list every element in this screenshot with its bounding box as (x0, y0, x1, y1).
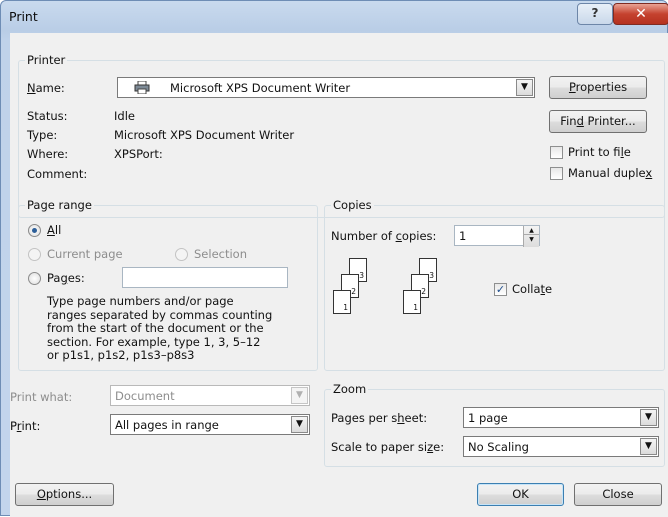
number-of-copies-label: Number of copies: (331, 229, 437, 243)
title-bar[interactable]: Print ? ✕ (1, 1, 668, 33)
page-range-group-label: Page range (25, 198, 94, 212)
help-line: ranges separated by commas counting (47, 307, 273, 322)
copies-value: 1 (459, 229, 467, 243)
collate-label[interactable]: Collate (512, 282, 552, 296)
print-dialog: Print ? ✕ Printer Name: Microsoft XPS Do… (0, 0, 668, 517)
status-value: Idle (114, 109, 135, 123)
page-range-all-label[interactable]: All (47, 223, 61, 237)
help-line: or p1s1, p1s2, p1s3–p8s3 (47, 348, 195, 362)
chevron-down-icon[interactable]: ▼ (640, 438, 657, 455)
options-button[interactable]: Options... (15, 483, 114, 506)
copies-group: Copies Number of copies: 1 ▲ ▼ 3 2 1 3 2… (324, 198, 665, 371)
print-what-label: Print what: (10, 390, 73, 404)
comment-label: Comment: (27, 167, 88, 181)
where-value: XPSPort: (114, 147, 163, 161)
collate-checkbox[interactable]: ✓ (494, 283, 507, 296)
scale-select[interactable]: No Scaling ▼ (463, 436, 659, 457)
zoom-group-label: Zoom (331, 382, 369, 396)
help-button[interactable]: ? (577, 3, 613, 25)
name-label: Name: (27, 81, 65, 95)
print-what-value: Document (115, 389, 175, 403)
find-printer-button[interactable]: Find Printer... (549, 110, 647, 133)
zoom-group: Zoom Pages per sheet: 1 page ▼ Scale to … (324, 382, 665, 467)
collate-illustration-2: 3 2 1 (403, 258, 453, 318)
chevron-down-icon[interactable]: ▼ (291, 387, 308, 404)
chevron-down-icon[interactable]: ▼ (640, 409, 657, 426)
type-value: Microsoft XPS Document Writer (114, 128, 295, 142)
print-select[interactable]: All pages in range ▼ (110, 414, 310, 435)
copies-spinner[interactable]: 1 ▲ ▼ (454, 225, 540, 247)
page-range-all-radio[interactable] (28, 224, 41, 237)
where-label: Where: (27, 147, 69, 161)
printer-name-select[interactable]: Microsoft XPS Document Writer ▼ (117, 77, 535, 98)
scale-value: No Scaling (468, 440, 529, 454)
help-line: from the start of the document or the (47, 321, 264, 335)
pages-per-sheet-value: 1 page (468, 411, 508, 425)
collate-illustration-1: 3 2 1 (333, 258, 383, 318)
chevron-down-icon[interactable]: ▼ (291, 416, 308, 433)
print-to-file-checkbox[interactable] (550, 146, 563, 159)
spin-down-icon[interactable]: ▼ (524, 235, 539, 244)
manual-duplex-checkbox[interactable] (550, 167, 563, 180)
close-button[interactable]: Close (574, 483, 662, 506)
copies-group-label: Copies (331, 198, 374, 212)
pages-input[interactable] (122, 267, 288, 288)
pages-per-sheet-label: Pages per sheet: (331, 411, 428, 425)
properties-button[interactable]: Properties (549, 76, 647, 99)
print-what-select[interactable]: Document ▼ (110, 385, 310, 406)
printer-group-label: Printer (25, 53, 68, 67)
current-page-radio[interactable] (28, 248, 41, 261)
pages-radio[interactable] (28, 272, 41, 285)
dialog-body: Printer Name: Microsoft XPS Document Wri… (10, 33, 668, 517)
current-page-label[interactable]: Current page (47, 247, 123, 261)
print-to-file-label[interactable]: Print to file (568, 145, 631, 159)
page-range-help-text: Type page numbers and/or page ranges sep… (47, 294, 273, 363)
window-title: Print (9, 9, 38, 24)
selection-label[interactable]: Selection (194, 247, 247, 261)
chevron-down-icon[interactable]: ▼ (516, 79, 533, 96)
manual-duplex-label[interactable]: Manual duplex (568, 166, 652, 180)
printer-icon (134, 80, 150, 95)
close-window-button[interactable]: ✕ (613, 3, 668, 25)
spin-up-icon[interactable]: ▲ (524, 226, 539, 235)
print-label: Print: (10, 419, 41, 433)
help-line: Type page numbers and/or page (47, 294, 234, 308)
scale-label: Scale to paper size: (331, 440, 445, 454)
pages-per-sheet-select[interactable]: 1 page ▼ (463, 407, 659, 428)
printer-name-value: Microsoft XPS Document Writer (170, 81, 351, 95)
status-label: Status: (27, 109, 68, 123)
spinner-arrows[interactable]: ▲ ▼ (523, 226, 539, 247)
type-label: Type: (27, 128, 58, 142)
pages-label[interactable]: Pages: (47, 271, 85, 285)
page-range-group: Page range All Current page Selection Pa… (18, 198, 318, 371)
printer-group: Printer Name: Microsoft XPS Document Wri… (18, 53, 665, 218)
selection-radio[interactable] (175, 248, 188, 261)
print-value: All pages in range (115, 418, 219, 432)
help-line: section. For example, type 1, 3, 5–12 (47, 334, 261, 349)
ok-button[interactable]: OK (477, 483, 564, 506)
